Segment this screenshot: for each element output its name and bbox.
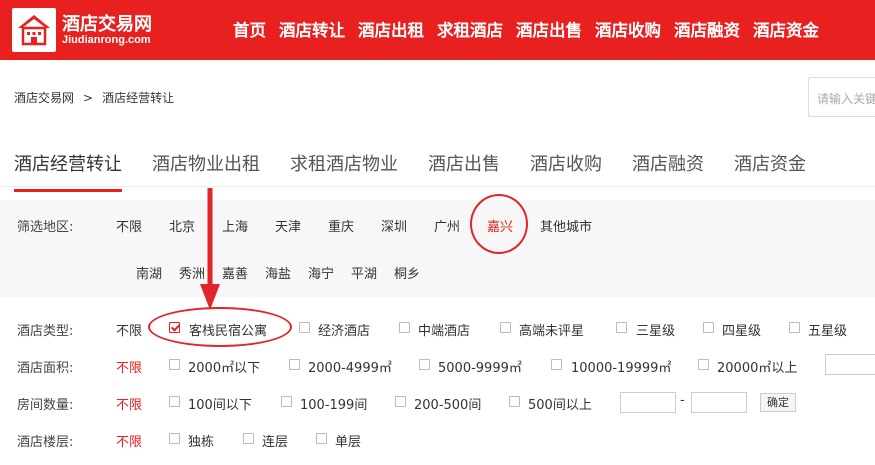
hotel-type-option-economy[interactable]: 经济酒店 <box>318 320 370 339</box>
nav-home[interactable]: 首页 <box>233 17 266 41</box>
subregion-option-haining[interactable]: 海宁 <box>308 263 334 282</box>
area-checkbox-1[interactable] <box>169 359 180 370</box>
floors-option-3[interactable]: 单层 <box>335 431 361 450</box>
hotel-type-option-upscale-unrated[interactable]: 高端未评星 <box>519 320 584 339</box>
subregion-option-haiyan[interactable]: 海盐 <box>265 263 291 282</box>
floors-checkbox-1[interactable] <box>169 433 180 444</box>
region-option-other-cities[interactable]: 其他城市 <box>540 216 592 235</box>
nav-hotel-rent[interactable]: 酒店出租 <box>358 17 424 41</box>
rooms-max-input[interactable] <box>691 392 747 413</box>
annotation-arrow-icon <box>200 188 220 310</box>
region-filter-panel <box>0 200 875 297</box>
area-min-input[interactable] <box>825 354 875 375</box>
nav-hotel-sale[interactable]: 酒店出售 <box>516 17 582 41</box>
hotel-type-checkbox-midscale[interactable] <box>399 322 410 333</box>
hotel-type-option-5star[interactable]: 五星级 <box>808 320 847 339</box>
hotel-type-option-3star[interactable]: 三星级 <box>636 320 675 339</box>
rooms-checkbox-3[interactable] <box>395 396 406 407</box>
breadcrumb-separator: > <box>83 91 94 105</box>
region-option-shanghai[interactable]: 上海 <box>222 216 248 235</box>
area-checkbox-5[interactable] <box>698 359 709 370</box>
breadcrumb-current[interactable]: 酒店经营转让 <box>102 91 174 105</box>
floors-label: 酒店楼层: <box>17 435 74 450</box>
site-logo[interactable]: 酒店交易网 Jiudianrong.com <box>12 8 182 52</box>
nav-seek-hotel[interactable]: 求租酒店 <box>437 17 503 41</box>
nav-hotel-funds[interactable]: 酒店资金 <box>753 17 819 41</box>
logo-url: Jiudianrong.com <box>62 34 151 46</box>
rooms-label: 房间数量: <box>17 398 74 413</box>
nav-hotel-finance[interactable]: 酒店融资 <box>674 17 740 41</box>
hotel-type-checkbox-economy[interactable] <box>299 322 310 333</box>
region-option-shenzhen[interactable]: 深圳 <box>381 216 407 235</box>
hotel-type-option-4star[interactable]: 四星级 <box>722 320 761 339</box>
region-filter-label: 筛选地区: <box>17 220 74 235</box>
area-option-2[interactable]: 2000-4999㎡ <box>308 357 392 376</box>
main-nav: 首页 酒店转让 酒店出租 求租酒店 酒店出售 酒店收购 酒店融资 酒店资金 <box>233 17 819 41</box>
breadcrumb-home[interactable]: 酒店交易网 <box>14 91 74 105</box>
area-unlimited[interactable]: 不限 <box>116 357 142 376</box>
logo-house-icon <box>12 8 56 52</box>
nav-hotel-transfer[interactable]: 酒店转让 <box>279 17 345 41</box>
rooms-checkbox-4[interactable] <box>509 396 520 407</box>
floors-option-1[interactable]: 独栋 <box>188 431 214 450</box>
breadcrumb: 酒店交易网 > 酒店经营转让 <box>14 89 174 106</box>
floors-checkbox-2[interactable] <box>243 433 254 444</box>
hotel-type-checkbox-3star[interactable] <box>616 322 627 333</box>
area-checkbox-4[interactable] <box>551 359 562 370</box>
hotel-type-unlimited[interactable]: 不限 <box>116 320 142 339</box>
floors-option-2[interactable]: 连层 <box>262 431 288 450</box>
region-option-tianjin[interactable]: 天津 <box>275 216 301 235</box>
area-option-1[interactable]: 2000㎡以下 <box>188 357 260 376</box>
rooms-checkbox-1[interactable] <box>169 396 180 407</box>
rooms-option-2[interactable]: 100-199间 <box>300 394 367 413</box>
area-checkbox-2[interactable] <box>289 359 300 370</box>
hotel-type-checkbox-upscale-unrated[interactable] <box>500 322 511 333</box>
hotel-type-checkbox-4star[interactable] <box>703 322 714 333</box>
area-label: 酒店面积: <box>17 361 74 376</box>
rooms-option-4[interactable]: 500间以上 <box>528 394 592 413</box>
search-input[interactable]: 请输入关键 <box>808 77 875 117</box>
area-option-3[interactable]: 5000-9999㎡ <box>438 357 522 376</box>
region-option-beijing[interactable]: 北京 <box>169 216 195 235</box>
site-header: 酒店交易网 Jiudianrong.com 首页 酒店转让 酒店出租 求租酒店 … <box>0 0 875 60</box>
annotation-circle-jiaxing <box>470 194 528 254</box>
rooms-option-1[interactable]: 100间以下 <box>188 394 252 413</box>
hotel-type-checkbox-5star[interactable] <box>789 322 800 333</box>
rooms-option-3[interactable]: 200-500间 <box>414 394 481 413</box>
rooms-range-separator: - <box>680 393 685 408</box>
logo-name: 酒店交易网 <box>62 14 152 35</box>
hotel-type-label: 酒店类型: <box>17 324 74 339</box>
hotel-type-option-midscale[interactable]: 中端酒店 <box>418 320 470 339</box>
rooms-confirm-button[interactable]: 确定 <box>760 393 796 412</box>
area-option-4[interactable]: 10000-19999㎡ <box>571 357 671 376</box>
region-option-chongqing[interactable]: 重庆 <box>328 216 354 235</box>
area-checkbox-3[interactable] <box>419 359 430 370</box>
subregion-option-tongxiang[interactable]: 桐乡 <box>394 263 420 282</box>
rooms-unlimited[interactable]: 不限 <box>116 394 142 413</box>
floors-checkbox-3[interactable] <box>316 433 327 444</box>
nav-hotel-acquire[interactable]: 酒店收购 <box>595 17 661 41</box>
rooms-checkbox-2[interactable] <box>281 396 292 407</box>
subregion-option-jiashan[interactable]: 嘉善 <box>222 263 248 282</box>
subregion-option-pinghu[interactable]: 平湖 <box>351 263 377 282</box>
subregion-option-nanhu[interactable]: 南湖 <box>136 263 162 282</box>
tab-divider <box>0 186 875 187</box>
rooms-min-input[interactable] <box>620 392 676 413</box>
floors-unlimited[interactable]: 不限 <box>116 431 142 450</box>
region-option-guangzhou[interactable]: 广州 <box>434 216 460 235</box>
region-option-unlimited[interactable]: 不限 <box>116 216 142 235</box>
area-option-5[interactable]: 20000㎡以上 <box>717 357 797 376</box>
